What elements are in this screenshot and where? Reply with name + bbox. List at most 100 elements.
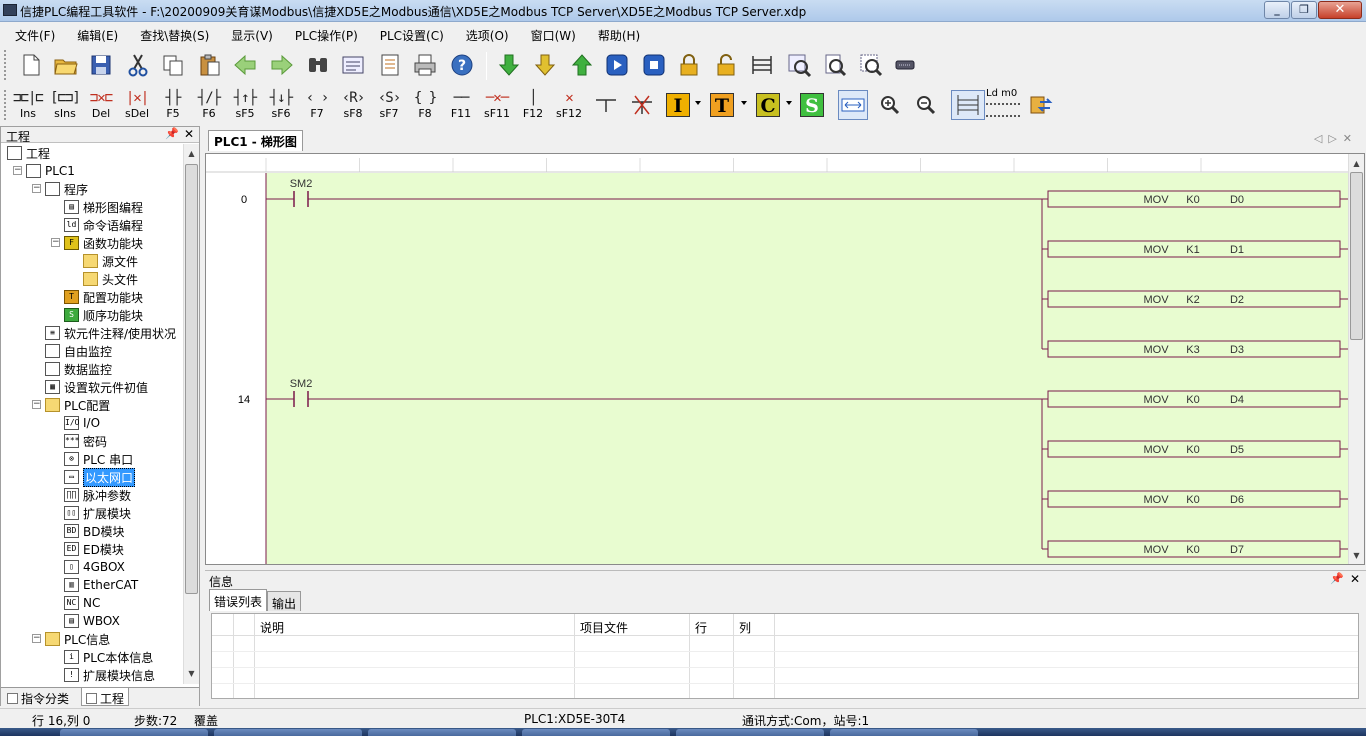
- instruction-list-view-button[interactable]: Ld m0: [986, 88, 1020, 122]
- ladder-view-button[interactable]: [951, 90, 985, 120]
- tree-item[interactable]: NC NC: [64, 594, 100, 612]
- tree-item[interactable]: − 程序: [32, 180, 88, 198]
- table-row[interactable]: [212, 668, 1358, 684]
- table-row[interactable]: [212, 652, 1358, 668]
- tree-item[interactable]: ▥ EtherCAT: [64, 576, 138, 594]
- close-button[interactable]: ✕: [1318, 1, 1362, 19]
- print-button[interactable]: [410, 50, 440, 80]
- ladder-btn-vline[interactable]: │ F12: [515, 88, 551, 122]
- tree-item[interactable]: *** 密码: [64, 432, 107, 450]
- zoom-in-button[interactable]: [875, 90, 905, 120]
- scroll-thumb[interactable]: [1350, 172, 1363, 340]
- ladder-btn-ins[interactable]: ⊐⊏|⊏ Ins: [10, 88, 46, 122]
- tree-item[interactable]: 数据监控: [45, 360, 112, 378]
- tree-item[interactable]: − F 函数功能块: [51, 234, 143, 252]
- ladder-btn-reset-coil[interactable]: ‹R› sF8: [335, 88, 371, 122]
- tree-item[interactable]: i PLC本体信息: [64, 648, 153, 666]
- tree-item[interactable]: ▯▯ 扩展模块: [64, 504, 131, 522]
- ladder-editor[interactable]: 0 SM2 MOV K0 D0 MOV K1 D1 MOV K2 D2 MOV K3 D3 14 SM2 MOV…: [205, 153, 1365, 565]
- chevron-down-icon[interactable]: [786, 101, 792, 105]
- menu-view[interactable]: 显示(V): [216, 23, 280, 45]
- open-file-button[interactable]: [51, 50, 81, 80]
- tree-item[interactable]: ld 命令语编程: [64, 216, 143, 234]
- collapse-icon[interactable]: −: [51, 238, 60, 247]
- document-nav-controls[interactable]: ◁▷✕: [1314, 132, 1358, 145]
- tree-item[interactable]: I/O I/O: [64, 414, 100, 432]
- comment-button[interactable]: [375, 50, 405, 80]
- monitor-button[interactable]: [338, 50, 368, 80]
- close-icon[interactable]: ✕: [1350, 572, 1360, 586]
- ladder-btn-delete-vline[interactable]: ✕ sF12: [551, 88, 587, 122]
- ladder-scrollbar[interactable]: ▲ ▼: [1348, 154, 1364, 564]
- zoom-region-button[interactable]: [784, 50, 814, 80]
- help-button[interactable]: ?: [447, 50, 477, 80]
- zoom-fit-button[interactable]: [856, 50, 886, 80]
- zoom-out-button[interactable]: [911, 90, 941, 120]
- taskbar-item[interactable]: [676, 729, 824, 736]
- ladder-btn-coil[interactable]: ‹ › F7: [299, 88, 335, 122]
- menu-edit[interactable]: 编辑(E): [62, 23, 125, 45]
- run-button[interactable]: [602, 50, 632, 80]
- insert-c-button[interactable]: C: [756, 93, 780, 117]
- collapse-icon[interactable]: −: [32, 184, 41, 193]
- ladder-diagram[interactable]: 0 SM2 MOV K0 D0 MOV K1 D1 MOV K2 D2 MOV K3 D3 14 SM2 MOV…: [206, 154, 1365, 565]
- back-button[interactable]: [230, 50, 260, 80]
- tree-item[interactable]: ∏∏ 脉冲参数: [64, 486, 131, 504]
- structure-button[interactable]: [747, 50, 777, 80]
- scroll-up-icon[interactable]: ▲: [1349, 156, 1364, 171]
- communication-button[interactable]: [890, 50, 920, 80]
- menu-help[interactable]: 帮助(H): [583, 23, 647, 45]
- restore-button[interactable]: ❐: [1291, 1, 1317, 19]
- ladder-btn-sins[interactable]: [⊏⊐] sIns: [47, 88, 83, 122]
- tree-item[interactable]: 头文件: [83, 270, 138, 288]
- insert-t-button[interactable]: T: [710, 93, 734, 117]
- ladder-btn-del[interactable]: ⊐✕⊏ Del: [83, 88, 119, 122]
- minimize-button[interactable]: _: [1264, 1, 1290, 19]
- menu-plc-settings[interactable]: PLC设置(C): [365, 23, 451, 45]
- scroll-thumb[interactable]: [185, 164, 198, 594]
- zoom-page-button[interactable]: [820, 50, 850, 80]
- taskbar-item[interactable]: [214, 729, 362, 736]
- ladder-btn-hline[interactable]: ── F11: [443, 88, 479, 122]
- tab-error-list[interactable]: 错误列表: [209, 589, 268, 611]
- tree-item[interactable]: ▤ 梯形图编程: [64, 198, 143, 216]
- tree-item[interactable]: S 顺序功能块: [64, 306, 143, 324]
- tree-item[interactable]: − PLC1: [13, 162, 75, 180]
- download-button[interactable]: [494, 50, 524, 80]
- ladder-btn-branch[interactable]: [591, 90, 621, 120]
- tree-item[interactable]: ▭ 以太网口: [64, 467, 136, 487]
- new-file-button[interactable]: [16, 50, 46, 80]
- tree-item[interactable]: ⊗ PLC 串口: [64, 450, 133, 468]
- ladder-btn-delete-branch[interactable]: [627, 90, 657, 120]
- menu-options[interactable]: 选项(O): [451, 23, 516, 45]
- column-header-description[interactable]: 说明: [260, 619, 284, 636]
- tree-item[interactable]: ≡ 软元件注释/使用状况: [45, 324, 176, 342]
- chevron-down-icon[interactable]: [695, 101, 701, 105]
- copy-button[interactable]: [158, 50, 188, 80]
- ladder-btn-no-contact[interactable]: ┤├ F5: [155, 88, 191, 122]
- ladder-btn-set-coil[interactable]: ‹S› sF7: [371, 88, 407, 122]
- column-header-row[interactable]: 行: [695, 619, 707, 636]
- tree-item[interactable]: − PLC信息: [32, 630, 110, 648]
- scroll-down-icon[interactable]: ▼: [184, 666, 199, 681]
- taskbar-item[interactable]: [368, 729, 516, 736]
- pin-icon[interactable]: 📌: [1330, 572, 1344, 585]
- close-icon[interactable]: ✕: [184, 127, 194, 141]
- ladder-btn-rising[interactable]: ┤↑├ sF5: [227, 88, 263, 122]
- paste-button[interactable]: [195, 50, 225, 80]
- tree-item[interactable]: ! 扩展模块信息: [64, 666, 155, 684]
- ladder-btn-nc-contact[interactable]: ┤/├ F6: [191, 88, 227, 122]
- tree-item[interactable]: ▯ 4GBOX: [64, 558, 125, 576]
- tree-item[interactable]: ED ED模块: [64, 540, 124, 558]
- tree-scrollbar[interactable]: ▲ ▼: [183, 144, 199, 684]
- insert-s-button[interactable]: S: [800, 93, 824, 117]
- table-row[interactable]: [212, 636, 1358, 652]
- taskbar-item[interactable]: [60, 729, 208, 736]
- collapse-icon[interactable]: −: [32, 400, 41, 409]
- taskbar-item[interactable]: [830, 729, 978, 736]
- tab-instruction-category[interactable]: 指令分类: [3, 688, 73, 706]
- tree-item[interactable]: ▤ WBOX: [64, 612, 120, 630]
- tree-item[interactable]: ▦ 设置软元件初值: [45, 378, 148, 396]
- unlock-button[interactable]: [711, 50, 741, 80]
- lock-button[interactable]: [674, 50, 704, 80]
